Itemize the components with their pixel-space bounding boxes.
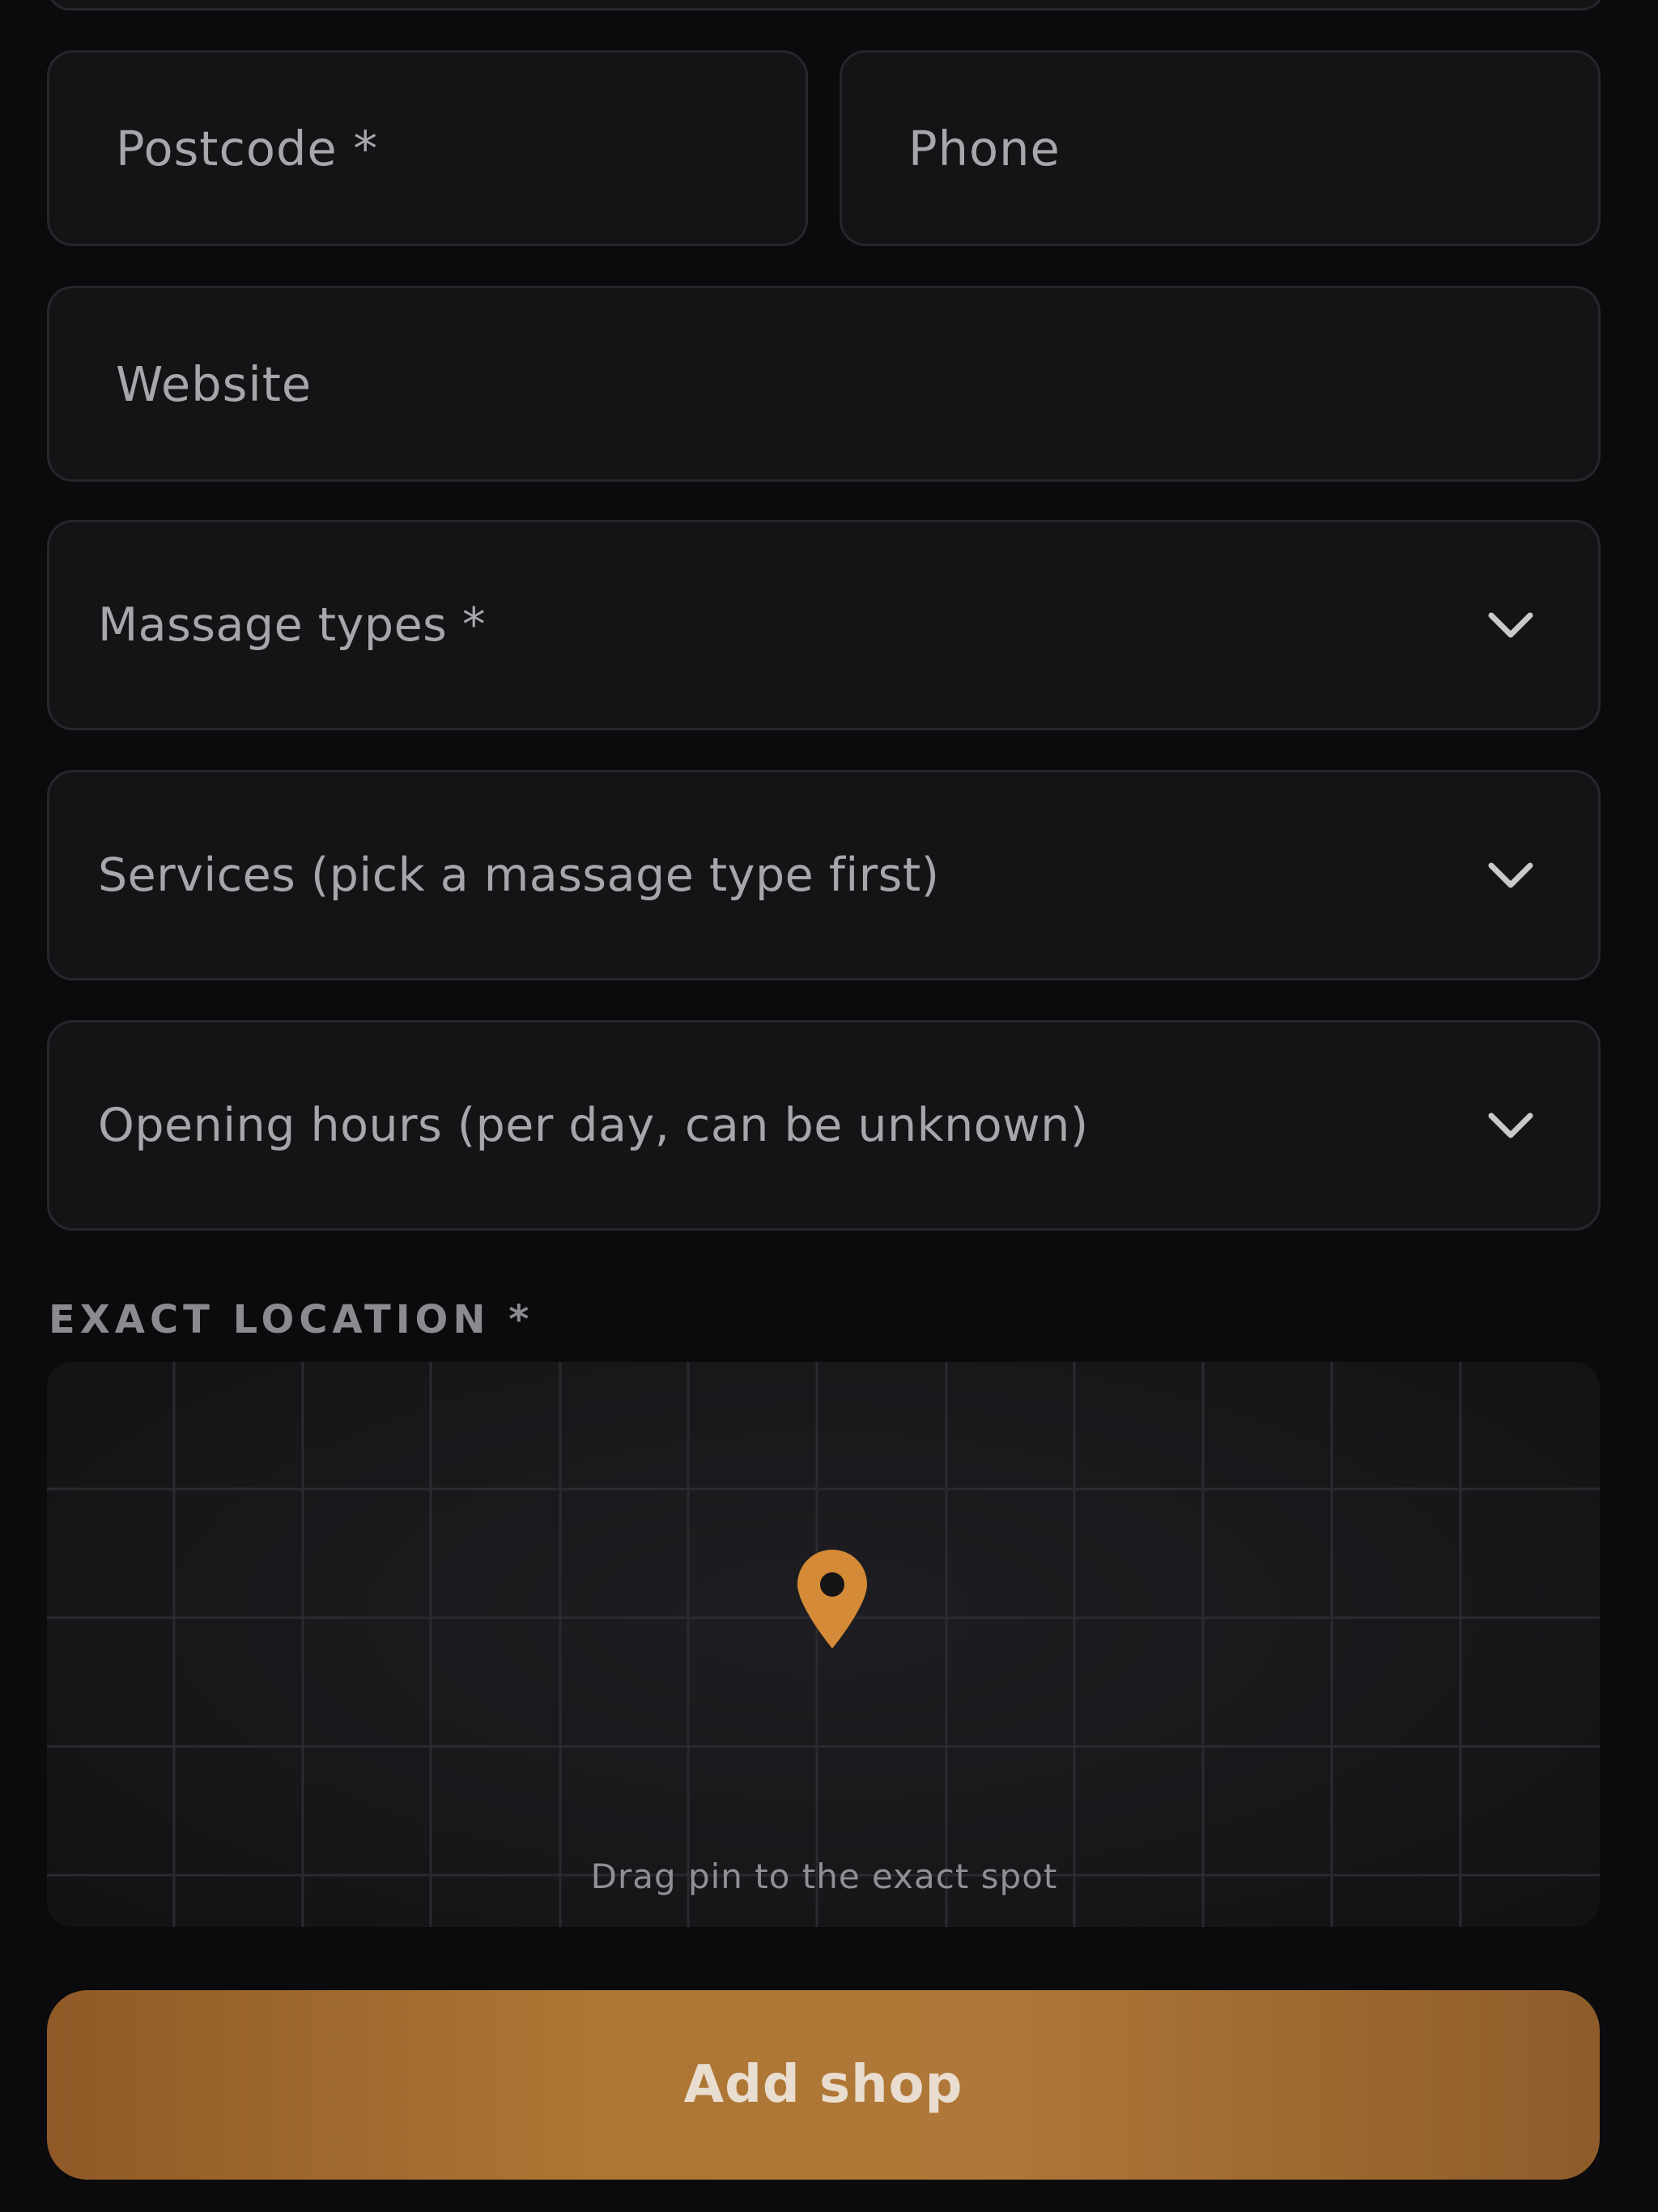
phone-field[interactable] bbox=[842, 53, 1598, 244]
add-shop-button[interactable]: Add shop bbox=[47, 1990, 1600, 2180]
postcode-field-container bbox=[47, 50, 808, 246]
postcode-field[interactable] bbox=[49, 53, 806, 244]
opening-hours-select[interactable]: Opening hours (per day, can be unknown) bbox=[47, 1020, 1601, 1231]
map-pin-icon[interactable] bbox=[796, 1548, 869, 1650]
services-label: Services (pick a massage type first) bbox=[98, 849, 940, 902]
phone-field-container bbox=[840, 50, 1601, 246]
website-field-container bbox=[47, 286, 1601, 482]
massage-types-select[interactable]: Massage types * bbox=[47, 520, 1601, 730]
website-field[interactable] bbox=[49, 288, 1598, 479]
chevron-down-icon bbox=[1486, 1101, 1535, 1150]
previous-field-edge bbox=[47, 0, 1605, 11]
add-shop-form: Massage types * Services (pick a massage… bbox=[0, 0, 1658, 2212]
opening-hours-label: Opening hours (per day, can be unknown) bbox=[98, 1099, 1089, 1152]
map-hint-text: Drag pin to the exact spot bbox=[590, 1857, 1058, 1896]
chevron-down-icon bbox=[1486, 851, 1535, 900]
services-select[interactable]: Services (pick a massage type first) bbox=[47, 770, 1601, 981]
exact-location-heading: EXACT LOCATION * bbox=[49, 1297, 534, 1342]
massage-types-label: Massage types * bbox=[98, 598, 486, 652]
chevron-down-icon bbox=[1486, 601, 1535, 649]
